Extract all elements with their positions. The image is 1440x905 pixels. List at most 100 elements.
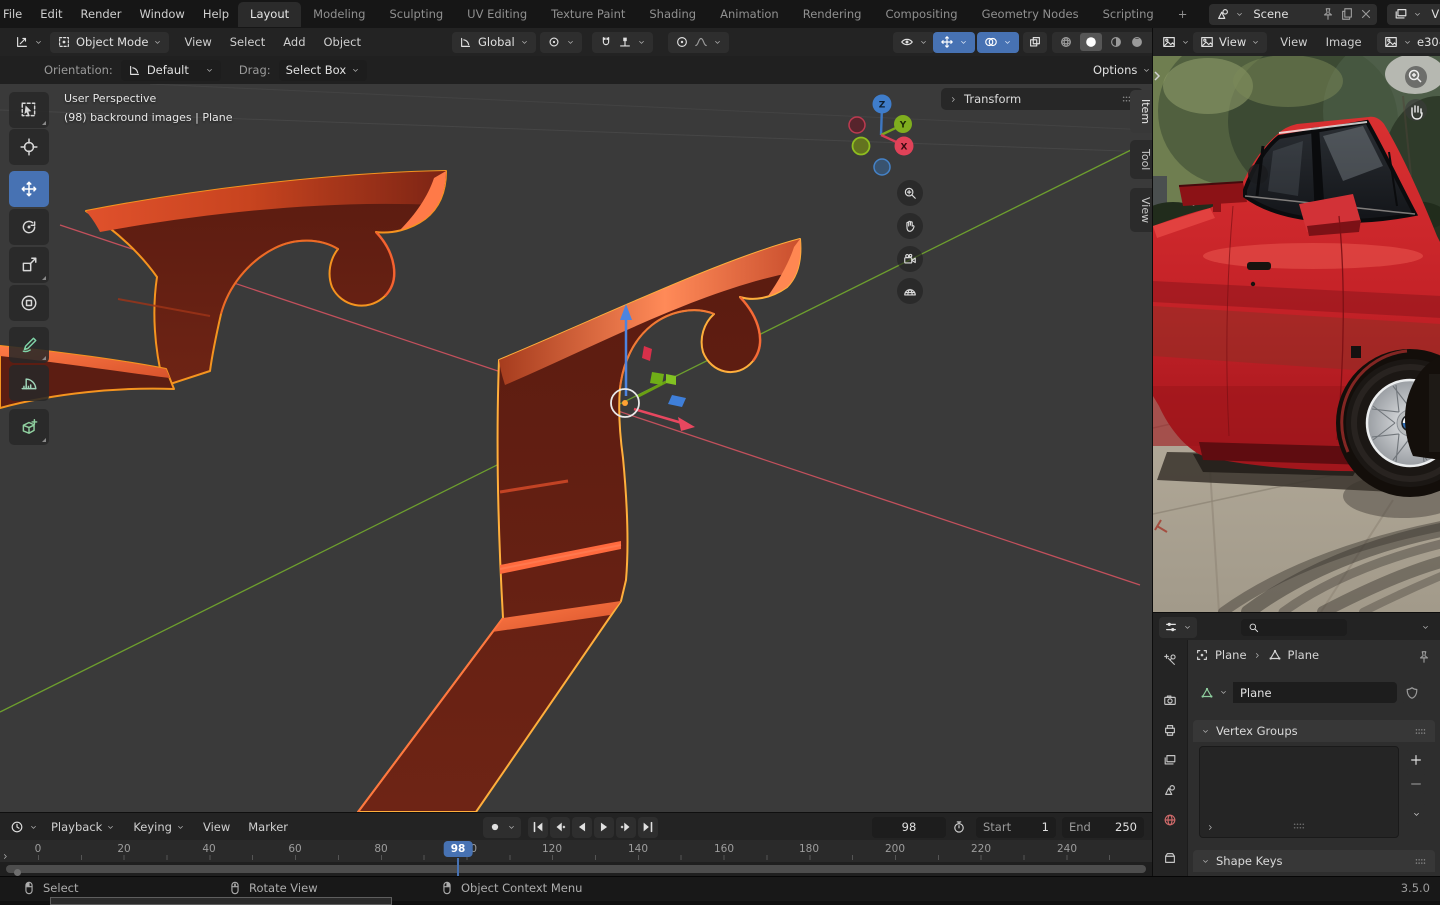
- menu-add[interactable]: Add: [274, 35, 314, 49]
- sidebar-tab-view[interactable]: View: [1130, 188, 1152, 232]
- workspace-tab-shading[interactable]: Shading: [637, 2, 708, 27]
- sidebar-tab-item[interactable]: Item: [1130, 90, 1152, 133]
- workspace-tab-scripting[interactable]: Scripting: [1091, 2, 1166, 27]
- playhead[interactable]: 98: [444, 841, 473, 857]
- ortho-toggle-button[interactable]: [897, 278, 923, 304]
- breadcrumb-data-name[interactable]: Plane: [1288, 648, 1320, 662]
- list-resize-grip-icon[interactable]: [1292, 819, 1306, 833]
- jump-to-end-button[interactable]: [638, 817, 658, 838]
- axis-neg-z-ball[interactable]: [874, 159, 890, 175]
- image-mode-dropdown[interactable]: View: [1193, 32, 1267, 53]
- vertex-group-remove-button[interactable]: [1405, 774, 1427, 794]
- properties-search-input[interactable]: [1241, 619, 1347, 636]
- tool-move[interactable]: [9, 171, 49, 207]
- show-gizmo-toggle[interactable]: [933, 32, 975, 53]
- tool-add-cube[interactable]: [9, 409, 49, 445]
- show-overlays-toggle[interactable]: [977, 32, 1019, 53]
- image-pan-button[interactable]: [1405, 99, 1427, 121]
- shape-keys-panel-header[interactable]: Shape Keys: [1193, 850, 1435, 872]
- play-reverse-button[interactable]: [572, 817, 592, 838]
- tab-render[interactable]: [1158, 688, 1182, 712]
- editor-type-3d-viewport[interactable]: [8, 32, 50, 53]
- timeline-expand-icon[interactable]: [1, 852, 10, 861]
- workspace-tab-geometry-nodes[interactable]: Geometry Nodes: [970, 2, 1091, 27]
- axis-neg-y-ball[interactable]: [853, 138, 870, 155]
- tab-scene[interactable]: [1158, 778, 1182, 802]
- drag-grip-icon[interactable]: [1414, 855, 1427, 868]
- pin-icon[interactable]: [1417, 650, 1431, 664]
- menu-view[interactable]: View: [175, 35, 220, 49]
- tool-select-box[interactable]: [9, 92, 49, 128]
- pan-hand-button[interactable]: [897, 213, 923, 239]
- options-dropdown[interactable]: Options: [1086, 60, 1158, 81]
- add-workspace-button[interactable]: +: [1166, 2, 1200, 27]
- mesh-type-dropdown[interactable]: [1195, 682, 1233, 703]
- vertex-groups-list[interactable]: [1199, 746, 1399, 838]
- scrollbar-knob[interactable]: [14, 869, 21, 876]
- menu-help[interactable]: Help: [194, 7, 238, 21]
- tab-world[interactable]: [1158, 808, 1182, 832]
- auto-keying-toggle[interactable]: [483, 817, 521, 838]
- shading-wireframe-icon[interactable]: [1059, 35, 1073, 49]
- menu-file[interactable]: File: [0, 7, 31, 21]
- tab-tool[interactable]: [1158, 648, 1182, 672]
- tab-object[interactable]: [1158, 846, 1182, 870]
- filter-chevron-icon[interactable]: [1421, 623, 1430, 632]
- menu-image-view[interactable]: View: [1271, 35, 1316, 49]
- shading-solid-active[interactable]: [1080, 33, 1102, 51]
- menu-image-image[interactable]: Image: [1317, 35, 1371, 49]
- workspace-tab-texture-paint[interactable]: Texture Paint: [539, 2, 637, 27]
- copy-scene-icon[interactable]: [1340, 7, 1354, 21]
- tool-rotate[interactable]: [9, 209, 49, 245]
- image-editor-view[interactable]: [1152, 56, 1440, 612]
- editor-type-properties[interactable]: [1159, 617, 1197, 638]
- pivot-point-dropdown[interactable]: [540, 32, 582, 53]
- menu-playback[interactable]: Playback: [42, 820, 124, 834]
- menu-marker[interactable]: Marker: [239, 820, 297, 834]
- prev-keyframe-button[interactable]: [550, 817, 570, 838]
- drag-grip-icon[interactable]: [1414, 725, 1427, 738]
- zoom-button[interactable]: [897, 180, 923, 206]
- timeline-scrollbar[interactable]: [6, 865, 1146, 873]
- datablock-name-field[interactable]: Plane: [1233, 682, 1397, 703]
- mode-dropdown[interactable]: Object Mode: [50, 32, 169, 53]
- editor-type-timeline[interactable]: [6, 817, 42, 838]
- fake-user-shield-button[interactable]: [1401, 682, 1423, 703]
- xray-toggle[interactable]: [1023, 32, 1047, 53]
- frame-start-field[interactable]: Start 1: [976, 817, 1056, 838]
- sidebar-tab-tool[interactable]: Tool: [1130, 140, 1152, 179]
- vertex-group-add-button[interactable]: [1405, 750, 1427, 770]
- tool-annotate[interactable]: [9, 327, 49, 363]
- tab-view-layer[interactable]: [1158, 748, 1182, 772]
- tool-cursor[interactable]: [9, 129, 49, 165]
- breadcrumb-object-name[interactable]: Plane: [1215, 648, 1247, 662]
- close-icon[interactable]: [1359, 7, 1373, 21]
- menu-select[interactable]: Select: [221, 35, 274, 49]
- menu-render[interactable]: Render: [72, 7, 131, 21]
- snap-group[interactable]: [592, 32, 653, 53]
- tool-scale[interactable]: [9, 247, 49, 283]
- workspace-tab-modeling[interactable]: Modeling: [301, 2, 377, 27]
- image-datablock-selector[interactable]: e30-n: [1377, 32, 1440, 53]
- menu-object[interactable]: Object: [315, 35, 370, 49]
- menu-tl-view[interactable]: View: [194, 820, 239, 834]
- viewlayer-selector[interactable]: ViewLayer: [1387, 4, 1440, 25]
- stopwatch-icon[interactable]: [952, 820, 966, 834]
- visibility-dropdown[interactable]: [893, 32, 935, 53]
- workspace-tab-layout[interactable]: Layout: [238, 2, 301, 27]
- workspace-tab-uv-editing[interactable]: UV Editing: [455, 2, 539, 27]
- 3d-viewport[interactable]: Z Y X User Perspective (98) backround im…: [0, 84, 1152, 812]
- menu-window[interactable]: Window: [130, 7, 193, 21]
- gizmo-plane-y[interactable]: [650, 372, 664, 385]
- play-button[interactable]: [594, 817, 614, 838]
- workspace-tab-sculpting[interactable]: Sculpting: [377, 2, 455, 27]
- menu-edit[interactable]: Edit: [31, 7, 71, 21]
- menu-keying[interactable]: Keying: [124, 820, 194, 834]
- tool-transform[interactable]: [9, 285, 49, 321]
- next-keyframe-button[interactable]: [616, 817, 636, 838]
- workspace-tab-compositing[interactable]: Compositing: [873, 2, 969, 27]
- image-zoom-button[interactable]: [1405, 66, 1427, 88]
- list-expand-icon[interactable]: [1206, 823, 1215, 832]
- vertex-groups-panel-header[interactable]: Vertex Groups: [1193, 720, 1435, 742]
- tool-measure[interactable]: [9, 365, 49, 401]
